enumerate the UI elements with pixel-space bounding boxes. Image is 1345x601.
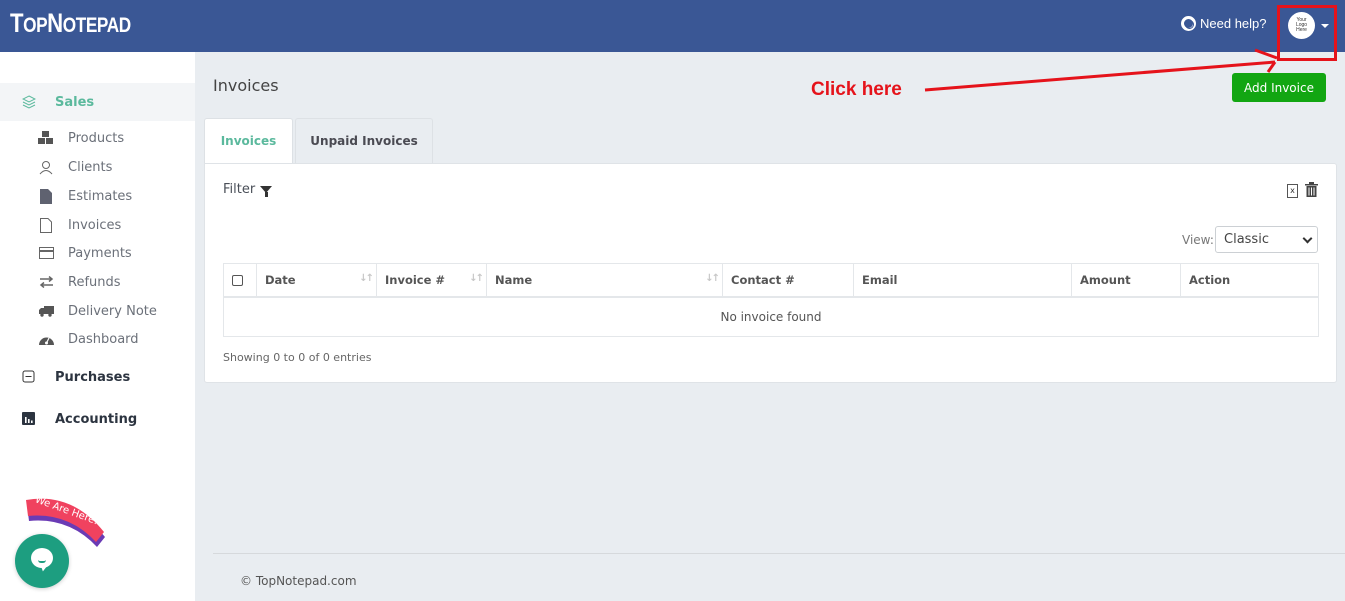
file-outline-icon bbox=[38, 217, 54, 233]
invoices-table: Date ↓↑ Invoice # ↓↑ Name ↓↑ Contact # E… bbox=[223, 263, 1319, 337]
users-icon bbox=[38, 159, 54, 175]
company-logo-avatar: Your Logo Here bbox=[1288, 12, 1315, 39]
filter-icon bbox=[260, 186, 273, 197]
logo-text: Here bbox=[1296, 27, 1307, 33]
sidebar-item-label: Products bbox=[68, 130, 125, 146]
column-header-action: Action bbox=[1181, 264, 1318, 296]
sidebar-item-products[interactable]: Products bbox=[0, 124, 195, 152]
brand-text: OP bbox=[23, 14, 48, 37]
brand-letter: T bbox=[10, 8, 24, 38]
sidebar-item-label: Estimates bbox=[68, 188, 133, 204]
sidebar-item-estimates[interactable]: Estimates bbox=[0, 182, 195, 210]
caret-down-icon bbox=[1321, 23, 1329, 28]
click-here-annotation: Click here bbox=[811, 79, 902, 100]
view-label: View: bbox=[1182, 233, 1214, 247]
sidebar-item-label: Dashboard bbox=[68, 331, 139, 347]
cubes-icon bbox=[38, 130, 54, 146]
sidebar-item-label: Payments bbox=[68, 245, 132, 261]
sort-icon: ↓↑ bbox=[359, 273, 374, 284]
need-help-link[interactable]: Need help? bbox=[1181, 16, 1267, 31]
column-header-amount: Amount bbox=[1072, 264, 1181, 296]
column-label: Email bbox=[862, 273, 898, 287]
sidebar-section-label: Accounting bbox=[55, 411, 138, 427]
sidebar-item-label: Clients bbox=[68, 159, 113, 175]
tab-unpaid-invoices[interactable]: Unpaid Invoices bbox=[295, 118, 433, 163]
credit-card-icon bbox=[38, 245, 54, 261]
brand-text: OTEPAD bbox=[62, 14, 131, 37]
chevron-down-icon bbox=[1302, 233, 1313, 244]
table-header-row: Date ↓↑ Invoice # ↓↑ Name ↓↑ Contact # E… bbox=[224, 264, 1318, 298]
footer-copyright: © TopNotepad.com bbox=[240, 574, 357, 588]
view-select[interactable]: Classic bbox=[1215, 226, 1318, 253]
view-selected-value: Classic bbox=[1224, 232, 1269, 247]
column-header-name[interactable]: Name ↓↑ bbox=[487, 264, 723, 296]
add-invoice-button[interactable]: Add Invoice bbox=[1232, 73, 1326, 102]
column-label: Date bbox=[265, 273, 296, 287]
need-help-label: Need help? bbox=[1200, 16, 1267, 31]
sidebar-item-delivery-note[interactable]: Delivery Note bbox=[0, 297, 195, 325]
sidebar-section-sales[interactable]: Sales bbox=[0, 83, 195, 121]
sort-icon: ↓↑ bbox=[469, 273, 484, 284]
sidebar-item-label: Delivery Note bbox=[68, 303, 157, 319]
column-header-invoice-number[interactable]: Invoice # ↓↑ bbox=[377, 264, 487, 296]
user-menu-toggle[interactable]: Your Logo Here bbox=[1288, 12, 1329, 39]
sidebar-item-refunds[interactable]: Refunds bbox=[0, 268, 195, 296]
truck-icon bbox=[38, 303, 54, 319]
select-all-cell bbox=[224, 264, 257, 296]
life-ring-icon bbox=[1181, 16, 1196, 31]
column-label: Name bbox=[495, 273, 533, 287]
minus-square-icon bbox=[22, 370, 35, 383]
column-label: Amount bbox=[1080, 273, 1131, 287]
gauge-icon bbox=[38, 331, 54, 347]
column-header-date[interactable]: Date ↓↑ bbox=[257, 264, 377, 296]
tab-invoices[interactable]: Invoices bbox=[204, 118, 293, 163]
column-label: Action bbox=[1189, 273, 1231, 287]
sidebar-item-label: Invoices bbox=[68, 217, 122, 233]
sidebar-item-invoices[interactable]: Invoices bbox=[0, 211, 195, 239]
top-navbar: TOPNOTEPAD Need help? Your Logo Here bbox=[0, 0, 1345, 52]
entries-info: Showing 0 to 0 of 0 entries bbox=[223, 351, 372, 364]
invoice-tabs: Invoices Unpaid Invoices bbox=[204, 118, 433, 163]
column-label: Contact # bbox=[731, 273, 795, 287]
select-all-checkbox[interactable] bbox=[232, 274, 243, 286]
column-header-contact: Contact # bbox=[723, 264, 854, 296]
sidebar-section-purchases[interactable]: Purchases bbox=[0, 358, 195, 396]
sidebar-item-payments[interactable]: Payments bbox=[0, 239, 195, 267]
column-header-email: Email bbox=[854, 264, 1072, 296]
sidebar-item-label: Refunds bbox=[68, 274, 121, 290]
layers-icon bbox=[22, 95, 36, 109]
exchange-icon bbox=[38, 274, 54, 290]
brand-logo[interactable]: TOPNOTEPAD bbox=[10, 8, 131, 39]
sort-icon: ↓↑ bbox=[705, 273, 720, 284]
empty-table-message: No invoice found bbox=[720, 310, 822, 324]
footer-divider bbox=[213, 553, 1345, 554]
sidebar-section-label: Purchases bbox=[55, 369, 131, 385]
chat-bubble-tail bbox=[38, 563, 47, 573]
file-filled-icon bbox=[38, 188, 54, 204]
sidebar-item-dashboard[interactable]: Dashboard bbox=[0, 325, 195, 353]
invoices-card: Filter x View: Classic Date ↓↑ Invoice #… bbox=[204, 163, 1337, 383]
filter-label: Filter bbox=[223, 182, 256, 197]
sidebar-section-label: Sales bbox=[55, 94, 95, 110]
chat-launcher-button[interactable] bbox=[15, 534, 69, 588]
sidebar-item-clients[interactable]: Clients bbox=[0, 153, 195, 181]
sidebar-section-accounting[interactable]: Accounting bbox=[0, 400, 195, 438]
page-title: Invoices bbox=[213, 76, 279, 95]
column-label: Invoice # bbox=[385, 273, 446, 287]
trash-icon[interactable] bbox=[1305, 182, 1318, 197]
export-excel-icon[interactable]: x bbox=[1287, 184, 1298, 198]
brand-letter: N bbox=[47, 8, 63, 38]
filter-toggle[interactable]: Filter bbox=[223, 182, 273, 197]
bar-chart-icon bbox=[22, 412, 35, 425]
